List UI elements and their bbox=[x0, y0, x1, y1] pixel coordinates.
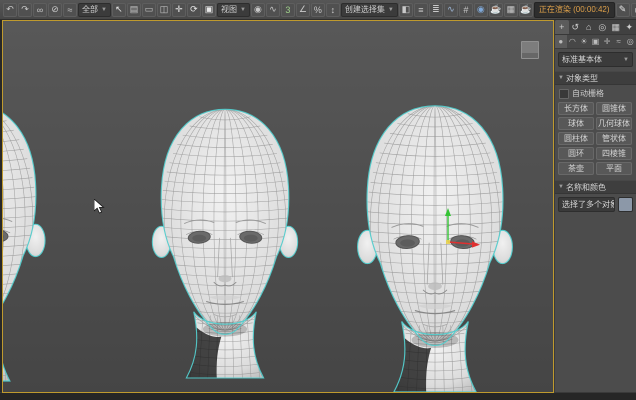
redo-icon[interactable]: ↷ bbox=[18, 3, 32, 17]
command-panel: +↺⌂◎▦✦ ●◠☀▣✛≈◎ 标准基本体 ▼ ▼ 对象类型 自动栅格 长方体圆锥… bbox=[555, 20, 636, 392]
pen-icon[interactable]: ✎ bbox=[616, 3, 630, 17]
toolbar-group-snaps: ◉∿3∠%↕ bbox=[251, 3, 340, 17]
render-setup-icon[interactable]: ☕ bbox=[489, 3, 503, 17]
percent-snap-icon[interactable]: % bbox=[311, 3, 325, 17]
toolbar-group-tools-render: ◧≡≣∿#◉☕▦☕ bbox=[399, 3, 533, 17]
mirror-icon[interactable]: ◧ bbox=[399, 3, 413, 17]
bind-spacewarp-icon[interactable]: ≈ bbox=[63, 3, 77, 17]
object-type-button[interactable]: 球体 bbox=[558, 117, 594, 130]
object-type-button[interactable]: 平面 bbox=[596, 162, 632, 175]
autogrid-checkbox[interactable] bbox=[559, 89, 569, 99]
rollout-header-object-type[interactable]: ▼ 对象类型 bbox=[555, 71, 636, 85]
autogrid-row: 自动栅格 bbox=[555, 85, 636, 100]
cat-helpers[interactable]: ✛ bbox=[601, 35, 613, 48]
scene-svg bbox=[3, 21, 553, 392]
object-color-swatch[interactable] bbox=[618, 197, 633, 212]
cat-spacewarps[interactable]: ≈ bbox=[613, 35, 625, 48]
head-model-center[interactable] bbox=[152, 109, 297, 378]
gizmo-center-handle[interactable] bbox=[446, 240, 450, 244]
viewcube[interactable] bbox=[521, 41, 539, 59]
color-swatch-icon[interactable]: ■ bbox=[631, 3, 636, 17]
scale-icon[interactable]: ▣ bbox=[202, 3, 216, 17]
head-model-left-clipped[interactable] bbox=[3, 104, 45, 381]
object-type-button[interactable]: 圆柱体 bbox=[558, 132, 594, 145]
tab-modify[interactable]: ↺ bbox=[569, 20, 583, 34]
perspective-viewport[interactable] bbox=[2, 20, 554, 393]
move-icon[interactable]: ✛ bbox=[172, 3, 186, 17]
chevron-down-icon: ▼ bbox=[623, 57, 629, 63]
object-type-button[interactable]: 管状体 bbox=[596, 132, 632, 145]
name-color-row: 选择了多个对象 bbox=[555, 194, 636, 215]
selection-filter-dropdown[interactable]: 全部 ▼ bbox=[78, 3, 111, 17]
object-name-field[interactable]: 选择了多个对象 bbox=[558, 197, 615, 212]
toolbar-group-select-transform: ↖▤▭◫✛⟳▣ bbox=[112, 3, 216, 17]
chevron-down-icon: ▼ bbox=[240, 7, 246, 13]
object-type-button[interactable]: 圆锥体 bbox=[596, 102, 632, 115]
main-toolbar: ↶↷∞⊘≈ 全部 ▼ ↖▤▭◫✛⟳▣ 视图 ▼ ◉∿3∠%↕ 创建选择集 ▼ ◧… bbox=[0, 0, 636, 20]
undo-icon[interactable]: ↶ bbox=[3, 3, 17, 17]
bottom-strip bbox=[0, 393, 636, 400]
angle-snap-icon[interactable]: ∠ bbox=[296, 3, 310, 17]
create-category-tabs: ●◠☀▣✛≈◎ bbox=[555, 35, 636, 49]
tab-motion[interactable]: ◎ bbox=[596, 20, 610, 34]
render-production-icon[interactable]: ☕ bbox=[519, 3, 533, 17]
cat-lights[interactable]: ☀ bbox=[578, 35, 590, 48]
rollout-title: 对象类型 bbox=[566, 73, 598, 84]
unlink-icon[interactable]: ⊘ bbox=[48, 3, 62, 17]
chevron-down-icon: ▼ bbox=[101, 7, 107, 13]
toolbar-group-right: ✎■◧ bbox=[616, 3, 636, 17]
object-type-button[interactable]: 四棱锥 bbox=[596, 147, 632, 160]
curve-editor-icon[interactable]: ∿ bbox=[444, 3, 458, 17]
select-object-icon[interactable]: ↖ bbox=[112, 3, 126, 17]
rollout-collapse-icon: ▼ bbox=[558, 75, 564, 81]
cat-shapes[interactable]: ◠ bbox=[567, 35, 579, 48]
object-type-buttons: 长方体圆锥体球体几何球体圆柱体管状体圆环四棱锥茶壶平面 bbox=[555, 100, 636, 178]
align-icon[interactable]: ≡ bbox=[414, 3, 428, 17]
mouse-cursor-icon bbox=[94, 199, 106, 215]
rotate-icon[interactable]: ⟳ bbox=[187, 3, 201, 17]
object-type-button[interactable]: 长方体 bbox=[558, 102, 594, 115]
material-editor-icon[interactable]: ◉ bbox=[474, 3, 488, 17]
named-selection-set-value: 创建选择集 bbox=[345, 4, 385, 15]
autogrid-label: 自动栅格 bbox=[572, 88, 604, 99]
object-type-button[interactable]: 茶壶 bbox=[558, 162, 594, 175]
cat-geometry[interactable]: ● bbox=[555, 35, 567, 48]
manipulate-icon[interactable]: ∿ bbox=[266, 3, 280, 17]
reference-coordinate-value: 视图 bbox=[221, 4, 237, 15]
head-model-right-selected[interactable] bbox=[358, 106, 513, 392]
object-category-dropdown[interactable]: 标准基本体 ▼ bbox=[558, 52, 633, 67]
cat-systems[interactable]: ◎ bbox=[624, 35, 636, 48]
tab-create[interactable]: + bbox=[555, 20, 569, 34]
tab-utilities[interactable]: ✦ bbox=[623, 20, 636, 34]
render-status-readout: 正在渲染 (00:00:42) bbox=[534, 2, 615, 18]
toolbar-group-history: ↶↷∞⊘≈ bbox=[3, 3, 77, 17]
object-category-value: 标准基本体 bbox=[562, 54, 602, 65]
named-selection-set-dropdown[interactable]: 创建选择集 ▼ bbox=[341, 3, 398, 17]
tab-hierarchy[interactable]: ⌂ bbox=[582, 20, 596, 34]
command-panel-tabs: +↺⌂◎▦✦ bbox=[555, 20, 636, 35]
layer-manager-icon[interactable]: ≣ bbox=[429, 3, 443, 17]
pivot-center-icon[interactable]: ◉ bbox=[251, 3, 265, 17]
object-type-button[interactable]: 几何球体 bbox=[596, 117, 632, 130]
rollout-header-name-color[interactable]: ▼ 名称和颜色 bbox=[555, 180, 636, 194]
snap-3d-icon[interactable]: 3 bbox=[281, 3, 295, 17]
window-crossing-icon[interactable]: ◫ bbox=[157, 3, 171, 17]
tab-display[interactable]: ▦ bbox=[609, 20, 623, 34]
region-rect-icon[interactable]: ▭ bbox=[142, 3, 156, 17]
object-type-button[interactable]: 圆环 bbox=[558, 147, 594, 160]
rollout-title: 名称和颜色 bbox=[566, 182, 606, 193]
cat-cameras[interactable]: ▣ bbox=[590, 35, 602, 48]
selection-filter-value: 全部 bbox=[82, 4, 98, 15]
select-by-name-icon[interactable]: ▤ bbox=[127, 3, 141, 17]
reference-coordinate-dropdown[interactable]: 视图 ▼ bbox=[217, 3, 250, 17]
schematic-view-icon[interactable]: # bbox=[459, 3, 473, 17]
chevron-down-icon: ▼ bbox=[388, 7, 394, 13]
rollout-collapse-icon: ▼ bbox=[558, 184, 564, 190]
select-link-icon[interactable]: ∞ bbox=[33, 3, 47, 17]
spinner-snap-icon[interactable]: ↕ bbox=[326, 3, 340, 17]
render-frame-icon[interactable]: ▦ bbox=[504, 3, 518, 17]
